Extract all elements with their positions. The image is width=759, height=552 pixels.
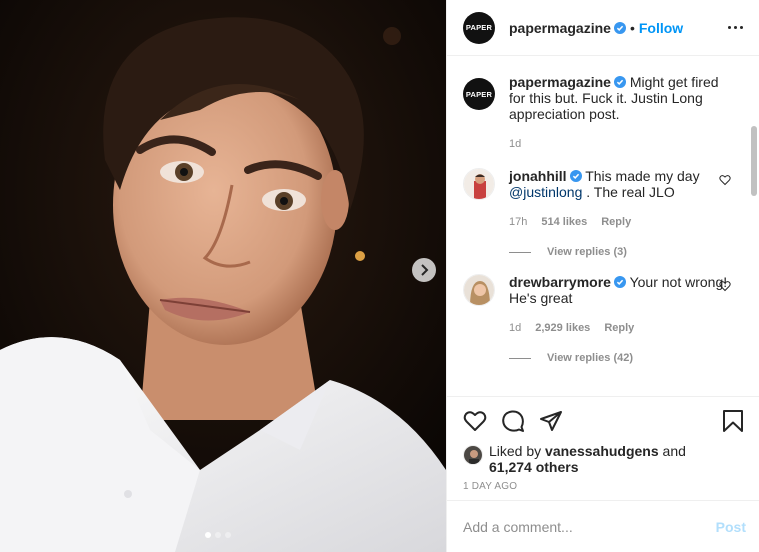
comment-button[interactable] xyxy=(501,409,525,433)
mention-link[interactable]: @justinlong xyxy=(509,184,582,200)
comment-age: 17h xyxy=(509,216,528,228)
post-side-panel: PAPER papermagazine • Follow PAPER paper… xyxy=(446,0,759,552)
author-avatar[interactable]: PAPER xyxy=(463,11,495,44)
post-date[interactable]: 1 DAY AGO xyxy=(463,481,744,492)
view-replies-label: View replies (3) xyxy=(547,246,627,258)
comment-icon xyxy=(502,410,524,432)
chevron-right-icon xyxy=(421,264,429,276)
post-actions: Liked by vanessahudgens and 61,274 other… xyxy=(447,396,759,492)
author-username[interactable]: papermagazine xyxy=(509,20,611,36)
liked-by: Liked by vanessahudgens and 61,274 other… xyxy=(463,443,744,475)
carousel-dot xyxy=(205,532,211,538)
caption: PAPER papermagazine Might get fired for … xyxy=(463,74,743,152)
reply-button[interactable]: Reply xyxy=(601,214,631,230)
post-header: PAPER papermagazine • Follow xyxy=(447,0,759,56)
view-replies-button[interactable]: View replies (42) xyxy=(509,352,743,364)
carousel-dot xyxy=(225,532,231,538)
like-button[interactable] xyxy=(463,409,487,433)
avatar[interactable] xyxy=(463,445,483,465)
caption-age: 1d xyxy=(509,138,522,150)
liked-by-prefix: Liked by xyxy=(489,443,546,459)
share-button[interactable] xyxy=(539,409,563,433)
comment-likes[interactable]: 514 likes xyxy=(541,214,587,230)
liked-by-user[interactable]: vanessahudgens xyxy=(545,443,659,459)
next-photo-button[interactable] xyxy=(412,258,436,282)
verified-icon xyxy=(569,170,582,182)
reply-button[interactable]: Reply xyxy=(604,320,634,336)
view-replies-button[interactable]: View replies (3) xyxy=(509,246,743,258)
follow-button[interactable]: Follow xyxy=(639,20,683,36)
more-icon[interactable] xyxy=(724,22,743,33)
avatar[interactable] xyxy=(463,168,495,200)
add-comment-bar: Post xyxy=(447,500,759,552)
carousel-dot xyxy=(215,532,221,538)
post-comment-button[interactable]: Post xyxy=(716,519,746,535)
portrait-image xyxy=(0,0,446,552)
comment-input[interactable] xyxy=(463,518,716,535)
comment-age: 1d xyxy=(509,322,522,334)
comment-text-tail: . The real JLO xyxy=(582,184,675,200)
comments-list[interactable]: PAPER papermagazine Might get fired for … xyxy=(447,56,759,396)
verified-icon xyxy=(613,276,626,288)
liked-by-middle: and xyxy=(658,443,686,459)
header-separator: • xyxy=(629,19,635,36)
comment-username[interactable]: drewbarrymore xyxy=(509,274,611,290)
avatar[interactable] xyxy=(463,274,495,306)
verified-icon xyxy=(613,76,626,88)
verified-icon xyxy=(613,21,626,34)
post-photo xyxy=(0,0,446,552)
heart-icon[interactable] xyxy=(719,280,731,292)
comment-username[interactable]: jonahhill xyxy=(509,168,567,184)
bookmark-icon xyxy=(723,410,743,432)
comment-item: drewbarrymore Your not wrong! He's great… xyxy=(463,274,743,336)
comment-text: This made my day xyxy=(585,168,700,184)
save-button[interactable] xyxy=(722,409,744,433)
comment-likes[interactable]: 2,929 likes xyxy=(535,320,590,336)
heart-icon xyxy=(463,411,487,431)
carousel-dots xyxy=(205,532,231,538)
heart-icon[interactable] xyxy=(719,174,731,186)
likes-count[interactable]: 61,274 others xyxy=(489,459,579,475)
scrollbar[interactable] xyxy=(751,126,757,196)
comment-item: jonahhill This made my day @justinlong .… xyxy=(463,168,743,230)
caption-avatar[interactable]: PAPER xyxy=(463,78,495,110)
view-replies-label: View replies (42) xyxy=(547,352,634,364)
share-icon xyxy=(540,411,562,431)
caption-username[interactable]: papermagazine xyxy=(509,74,611,90)
